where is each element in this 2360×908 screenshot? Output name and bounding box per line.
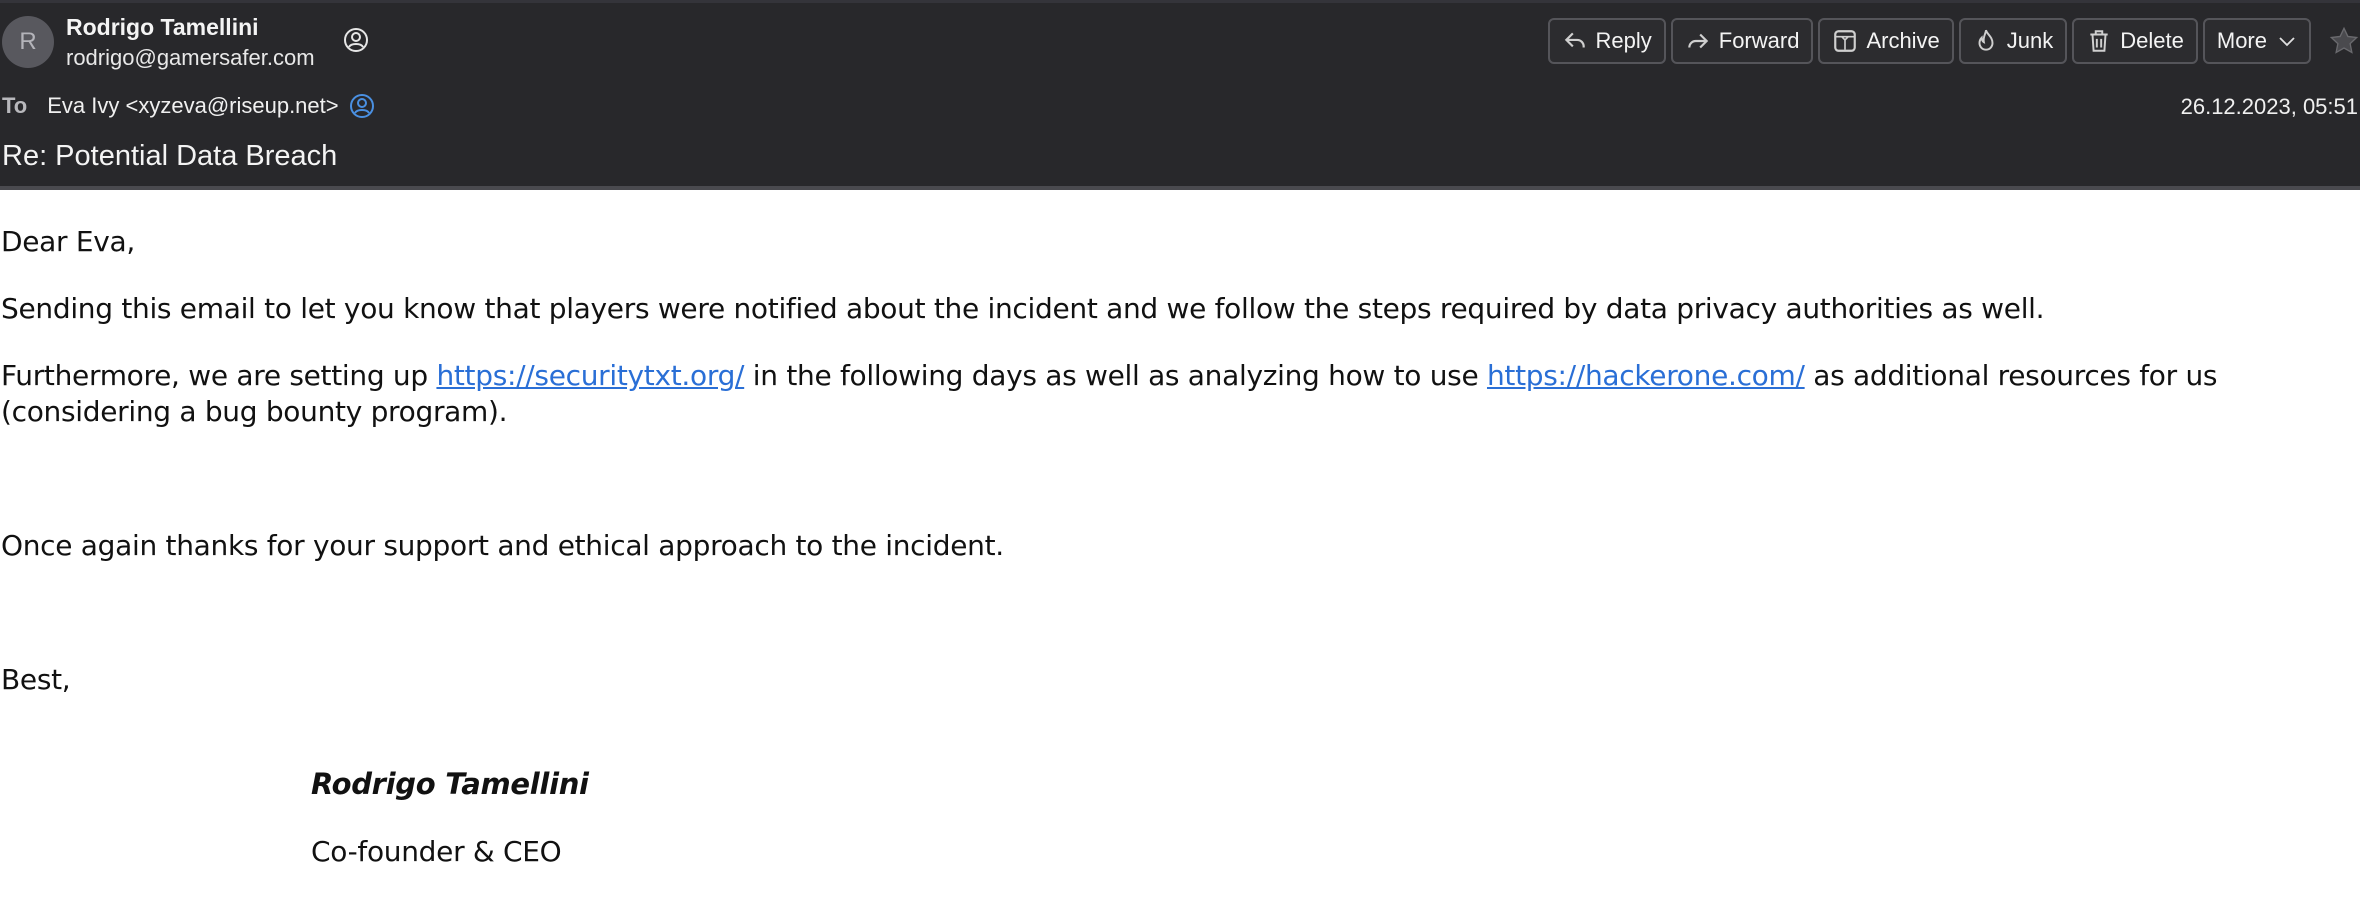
forward-button[interactable]: Forward — [1670, 18, 1814, 64]
delete-button[interactable]: Delete — [2072, 18, 2198, 64]
trash-icon — [2090, 30, 2108, 52]
delete-label: Delete — [2120, 28, 2184, 53]
forward-icon — [1688, 33, 1708, 49]
paragraph-resources: Furthermore, we are setting up https://s… — [1, 358, 2357, 430]
to-label: To — [2, 93, 28, 118]
text: in the following days as well as analyzi… — [744, 359, 1487, 392]
message-date: 26.12.2023, 05:51 — [2180, 94, 2358, 119]
forward-label: Forward — [1718, 28, 1800, 53]
star-icon[interactable] — [2328, 25, 2360, 57]
hackerone-link[interactable]: https://hackerone.com/ — [1487, 359, 1805, 392]
paragraph-notification: Sending this email to let you know that … — [1, 292, 2045, 325]
more-label: More — [2216, 28, 2267, 53]
paragraph-thanks: Once again thanks for your support and e… — [1, 529, 1004, 562]
reply-button[interactable]: Reply — [1547, 18, 1666, 64]
recipient-row: To Eva Ivy <xyzeva@riseup.net> — [2, 93, 375, 119]
junk-flame-icon — [1978, 29, 1994, 51]
reply-icon — [1564, 32, 1585, 48]
securitytxt-link[interactable]: https://securitytxt.org/ — [436, 359, 744, 392]
contact-person-icon[interactable] — [349, 93, 375, 119]
sender-name[interactable]: Rodrigo Tamellini — [66, 14, 259, 41]
greeting: Dear Eva, — [1, 225, 135, 258]
sender-email[interactable]: rodrigo@gamersafer.com — [66, 45, 315, 71]
signature-name: Rodrigo Tamellini — [311, 767, 589, 801]
archive-label: Archive — [1866, 28, 1940, 53]
signature-title: Co-founder & CEO — [311, 835, 562, 868]
recipient-address[interactable]: Eva Ivy <xyzeva@riseup.net> — [47, 93, 338, 119]
archive-icon — [1834, 30, 1857, 52]
message-header: R Rodrigo Tamellini rodrigo@gamersafer.c… — [0, 0, 2360, 190]
text: Furthermore, we are setting up — [1, 359, 437, 392]
more-button[interactable]: More — [2202, 18, 2311, 64]
junk-button[interactable]: Junk — [1958, 18, 2068, 64]
chevron-down-icon — [2279, 37, 2295, 47]
archive-button[interactable]: Archive — [1818, 18, 1954, 64]
contact-person-icon[interactable] — [343, 27, 369, 53]
message-toolbar: Reply Forward Archive Junk Delete More — [1547, 18, 2360, 64]
reply-label: Reply — [1595, 28, 1652, 53]
message-subject: Re: Potential Data Breach — [2, 140, 338, 172]
sender-avatar: R — [2, 16, 54, 68]
junk-label: Junk — [2006, 28, 2054, 53]
closing: Best, — [1, 663, 71, 696]
